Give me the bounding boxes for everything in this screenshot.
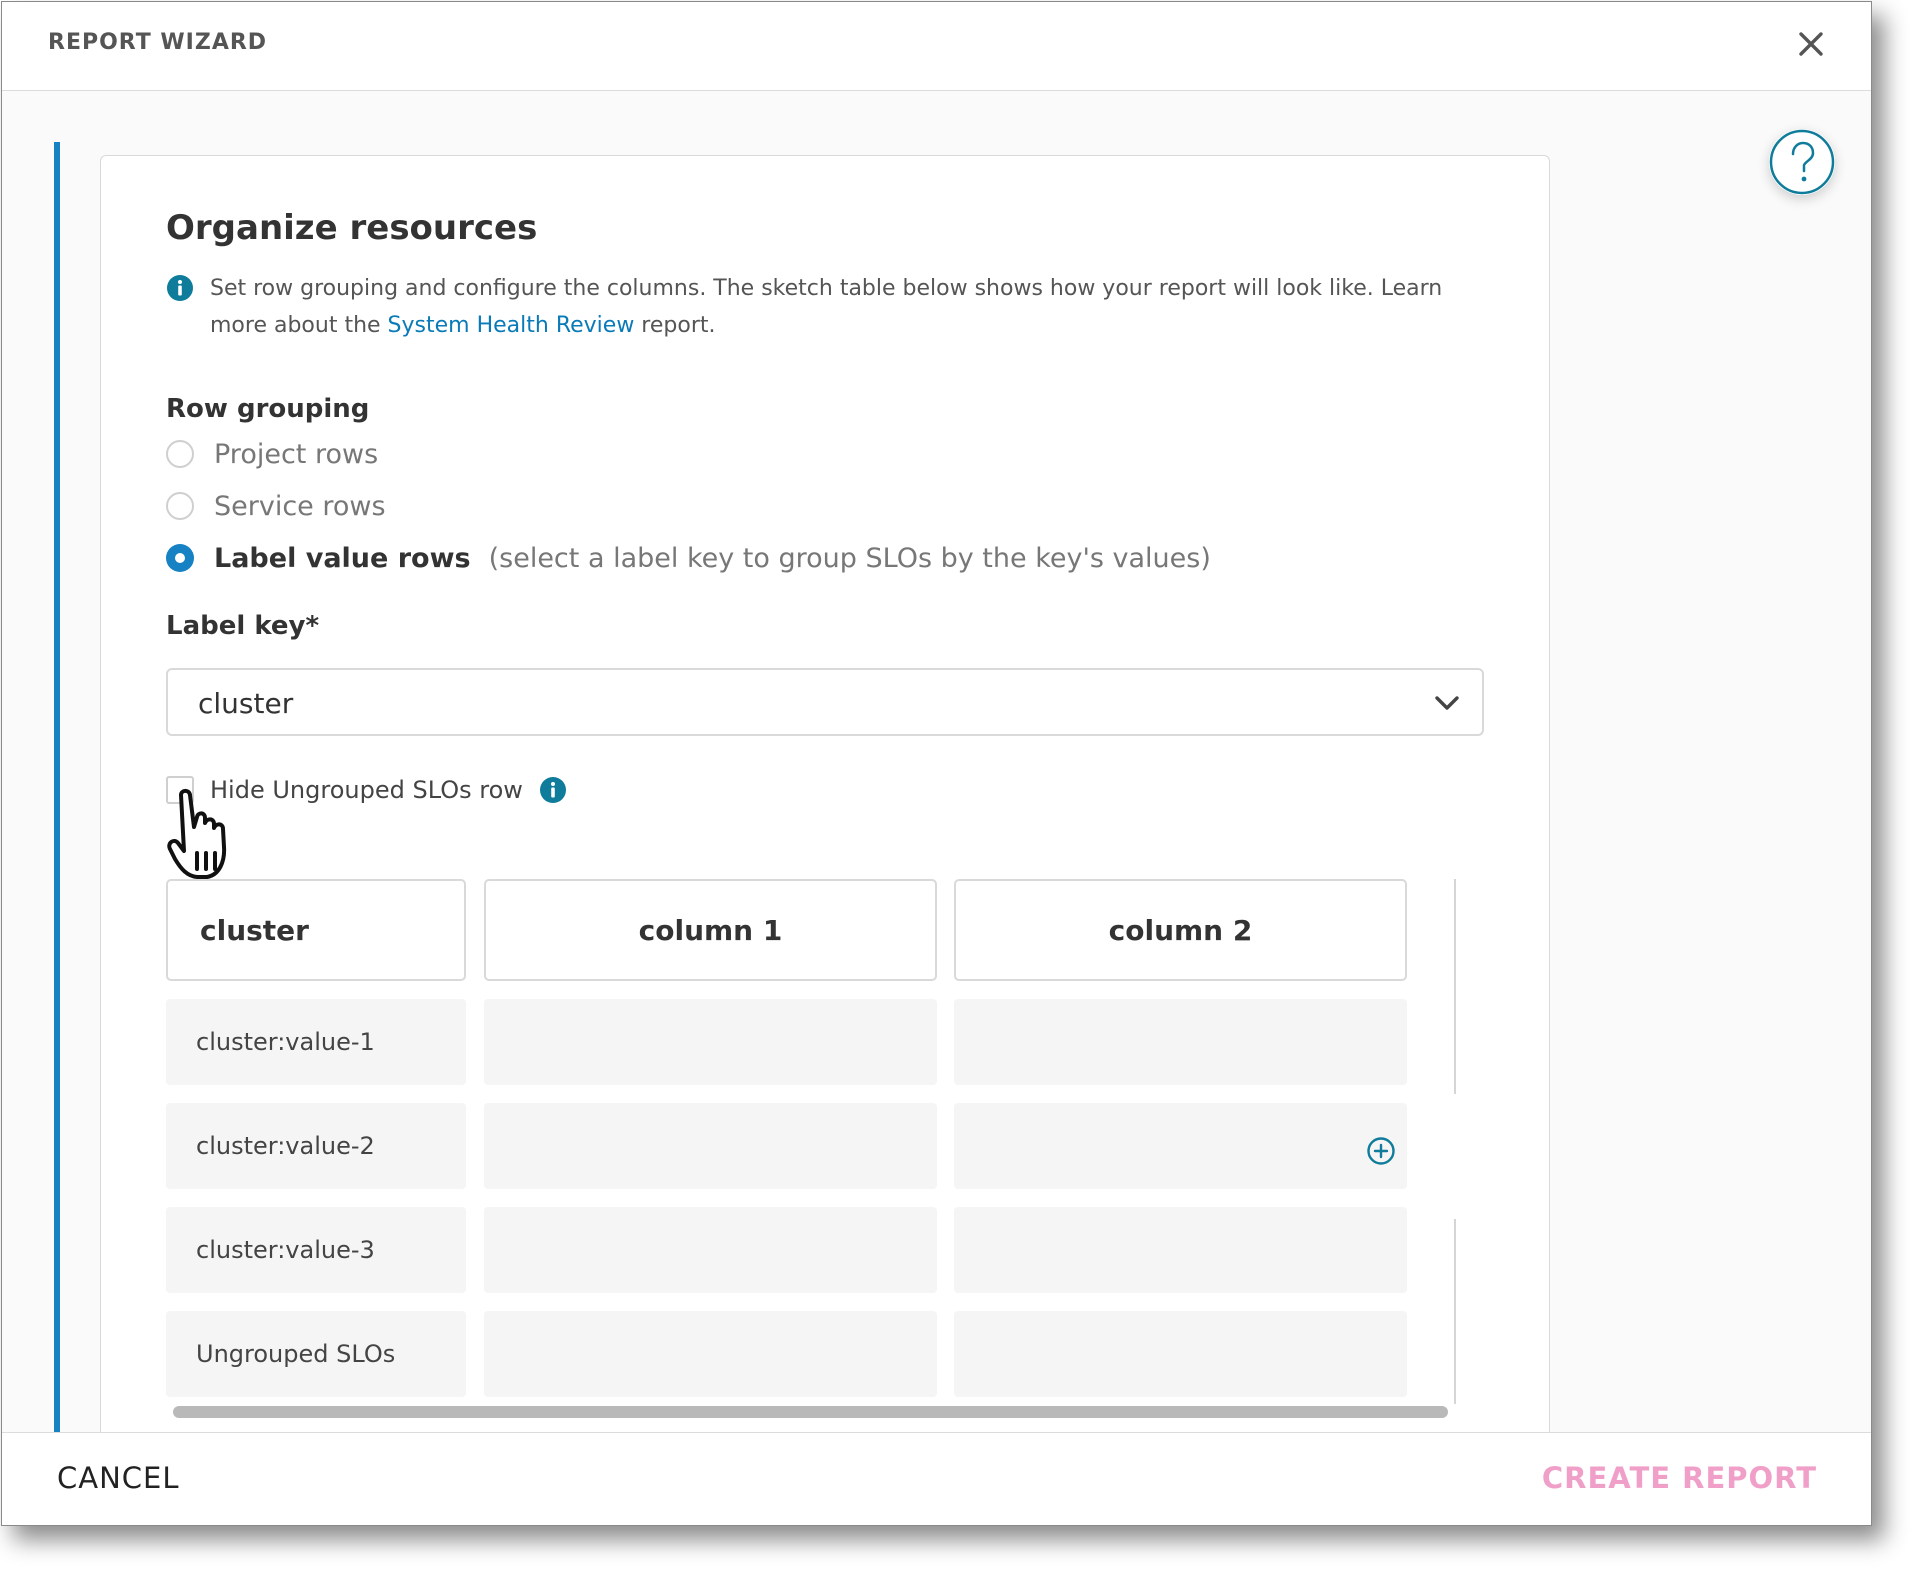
radio-hint: (select a label key to group SLOs by the… — [488, 542, 1211, 574]
label-key-select[interactable]: cluster — [166, 668, 1484, 736]
info-icon[interactable] — [539, 776, 567, 804]
sketch-cell — [954, 1103, 1407, 1189]
sketch-header-group: cluster — [166, 879, 466, 981]
sketch-cell — [954, 1207, 1407, 1293]
info-text: Set row grouping and configure the colum… — [210, 270, 1490, 344]
step-indicator-bar — [54, 142, 60, 1432]
sketch-cell — [954, 999, 1407, 1085]
close-icon[interactable] — [1791, 24, 1831, 64]
label-key-value: cluster — [198, 687, 294, 720]
table-horizontal-scrollbar[interactable] — [173, 1406, 1448, 1418]
info-icon — [167, 275, 193, 301]
radio-project-rows[interactable]: Project rows — [166, 437, 378, 471]
sketch-cell — [954, 1311, 1407, 1397]
add-column-divider-bottom — [1454, 1219, 1456, 1404]
system-health-review-link[interactable]: System Health Review — [388, 313, 635, 338]
sketch-cell — [484, 1311, 937, 1397]
create-report-button[interactable]: CREATE REPORT — [1542, 1461, 1817, 1495]
dialog-header: REPORT WIZARD — [2, 2, 1871, 91]
radio-button[interactable] — [166, 492, 194, 520]
sketch-row-label: cluster:value-1 — [166, 999, 466, 1085]
add-column-divider-top — [1454, 879, 1456, 1094]
report-wizard-dialog: REPORT WIZARD Organize resources Set row… — [1, 1, 1872, 1526]
radio-button[interactable] — [166, 440, 194, 468]
sketch-cell — [484, 999, 937, 1085]
section-title: Organize resources — [166, 208, 538, 248]
info-text-after: report. — [634, 313, 716, 338]
sketch-row-label: cluster:value-2 — [166, 1103, 466, 1189]
sketch-header-column-1: column 1 — [484, 879, 937, 981]
question-icon — [1769, 129, 1835, 195]
radio-button-checked[interactable] — [166, 544, 194, 572]
radio-label: Project rows — [214, 438, 379, 470]
help-button[interactable] — [1769, 129, 1835, 195]
pointer-hand-icon — [167, 788, 227, 879]
plus-circle-icon[interactable] — [1366, 1136, 1396, 1166]
label-key-label: Label key* — [166, 611, 320, 641]
row-grouping-label: Row grouping — [166, 394, 370, 424]
radio-label: Label value rows — [214, 542, 471, 574]
radio-label-value-rows[interactable]: Label value rows (select a label key to … — [166, 541, 1211, 575]
cancel-button[interactable]: CANCEL — [57, 1461, 180, 1495]
sketch-header-column-2: column 2 — [954, 879, 1407, 981]
sketch-cell — [484, 1103, 937, 1189]
sketch-row-label: cluster:value-3 — [166, 1207, 466, 1293]
organize-resources-card: Organize resources Set row grouping and … — [100, 155, 1550, 1457]
sketch-row-label: Ungrouped SLOs — [166, 1311, 466, 1397]
sketch-cell — [484, 1207, 937, 1293]
radio-label: Service rows — [214, 490, 386, 522]
radio-service-rows[interactable]: Service rows — [166, 489, 386, 523]
dialog-footer: CANCEL CREATE REPORT — [2, 1432, 1871, 1525]
chevron-down-icon — [1435, 696, 1459, 710]
dialog-title: REPORT WIZARD — [48, 30, 268, 55]
